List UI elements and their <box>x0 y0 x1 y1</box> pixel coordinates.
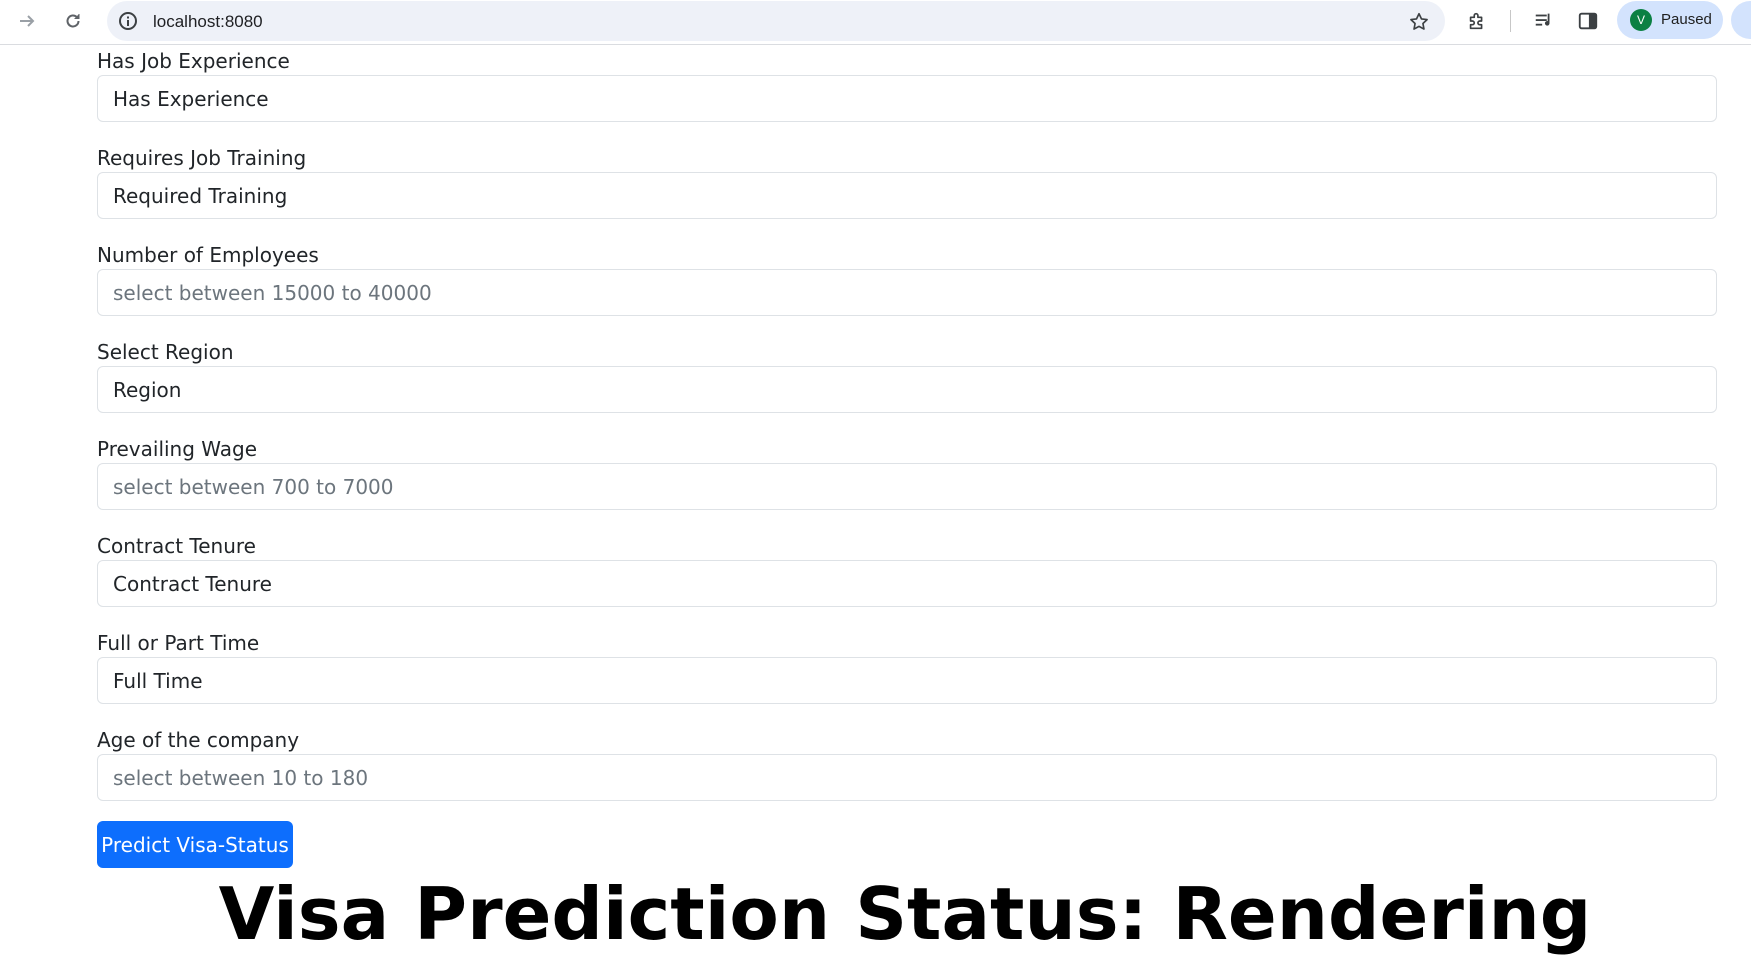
prediction-result-heading: Visa Prediction Status: Rendering <box>218 872 1592 956</box>
media-controls-icon[interactable] <box>1530 7 1558 35</box>
prevailing-wage-input[interactable]: select between 700 to 7000 <box>97 463 1717 510</box>
url-text[interactable]: localhost:8080 <box>153 12 263 32</box>
field-contract-tenure: Contract Tenure Contract Tenure <box>97 530 1717 627</box>
field-region: Select Region Region <box>97 336 1717 433</box>
field-label: Requires Job Training <box>97 146 307 170</box>
forward-icon[interactable] <box>12 6 42 36</box>
browser-toolbar: localhost:8080 V Paused <box>0 0 1751 45</box>
field-label: Has Job Experience <box>97 49 290 73</box>
toolbar-separator <box>1510 10 1511 32</box>
field-company-age: Age of the company select between 10 to … <box>97 724 1717 821</box>
field-label: Prevailing Wage <box>97 437 258 461</box>
profile-button[interactable]: V Paused <box>1617 1 1723 39</box>
contract-tenure-select[interactable]: Contract Tenure <box>97 560 1717 607</box>
bookmark-star-icon[interactable] <box>1407 10 1431 34</box>
field-label: Full or Part Time <box>97 631 260 655</box>
field-num-employees: Number of Employees select between 15000… <box>97 239 1717 336</box>
field-full-part-time: Full or Part Time Full Time <box>97 627 1717 724</box>
field-label: Number of Employees <box>97 243 319 267</box>
field-job-experience: Has Job Experience Has Experience <box>97 45 1717 142</box>
region-select[interactable]: Region <box>97 366 1717 413</box>
address-bar[interactable]: localhost:8080 <box>107 1 1445 41</box>
company-age-input[interactable]: select between 10 to 180 <box>97 754 1717 801</box>
job-training-select[interactable]: Required Training <box>97 172 1717 219</box>
job-experience-select[interactable]: Has Experience <box>97 75 1717 122</box>
field-job-training: Requires Job Training Required Training <box>97 142 1717 239</box>
side-panel-icon[interactable] <box>1574 7 1602 35</box>
avatar: V <box>1630 9 1652 31</box>
site-info-icon[interactable] <box>117 10 139 32</box>
predict-visa-status-button[interactable]: Predict Visa-Status <box>97 821 293 868</box>
field-label: Age of the company <box>97 728 300 752</box>
extensions-icon[interactable] <box>1463 7 1491 35</box>
field-prevailing-wage: Prevailing Wage select between 700 to 70… <box>97 433 1717 530</box>
field-label: Contract Tenure <box>97 534 256 558</box>
full-part-time-select[interactable]: Full Time <box>97 657 1717 704</box>
browser-menu-chip[interactable] <box>1731 1 1751 39</box>
num-employees-input[interactable]: select between 15000 to 40000 <box>97 269 1717 316</box>
reload-icon[interactable] <box>58 6 88 36</box>
visa-form: Has Job Experience Has Experience Requir… <box>97 45 1717 821</box>
field-label: Select Region <box>97 340 234 364</box>
profile-status: Paused <box>1661 11 1712 28</box>
